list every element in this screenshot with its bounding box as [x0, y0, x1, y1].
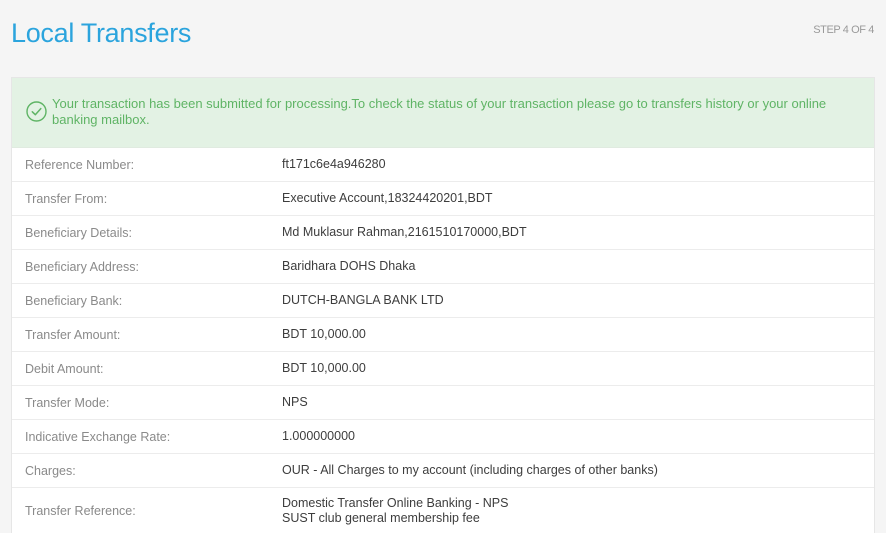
detail-value: BDT 10,000.00: [282, 327, 366, 341]
transfer-reference-line-1: Domestic Transfer Online Banking - NPS: [282, 496, 509, 510]
detail-value: Baridhara DOHS Dhaka: [282, 259, 416, 273]
detail-row-exchange-rate: Indicative Exchange Rate: 1.000000000: [12, 420, 874, 454]
page-title: Local Transfers: [11, 18, 192, 48]
detail-label: Transfer Reference:: [25, 504, 136, 518]
detail-label: Indicative Exchange Rate:: [25, 429, 171, 444]
detail-value: 1.000000000: [282, 429, 355, 443]
detail-value: NPS: [282, 395, 308, 409]
detail-label: Transfer From:: [25, 191, 108, 206]
detail-value: OUR - All Charges to my account (includi…: [282, 463, 658, 477]
detail-row-reference-number: Reference Number: ft171c6e4a946280: [12, 148, 874, 182]
detail-label: Charges:: [25, 463, 76, 478]
detail-value: Md Muklasur Rahman,2161510170000,BDT: [282, 225, 527, 239]
detail-value: ft171c6e4a946280: [282, 157, 386, 171]
transfer-confirmation-panel: Your transaction has been submitted for …: [11, 77, 875, 533]
detail-row-charges: Charges: OUR - All Charges to my account…: [12, 454, 874, 488]
detail-row-transfer-from: Transfer From: Executive Account,1832442…: [12, 182, 874, 216]
detail-label: Beneficiary Details:: [25, 225, 132, 240]
detail-label: Transfer Mode:: [25, 395, 110, 410]
success-message: Your transaction has been submitted for …: [52, 96, 827, 127]
success-alert: Your transaction has been submitted for …: [12, 78, 874, 148]
transfer-reference-line-2: SUST club general membership fee: [282, 511, 480, 525]
detail-row-beneficiary-details: Beneficiary Details: Md Muklasur Rahman,…: [12, 216, 874, 250]
detail-label: Transfer Amount:: [25, 327, 121, 342]
detail-value: Executive Account,18324420201,BDT: [282, 191, 493, 205]
detail-value: BDT 10,000.00: [282, 361, 366, 375]
detail-label: Beneficiary Address:: [25, 259, 139, 274]
detail-row-transfer-reference: Transfer Reference: Domestic Transfer On…: [12, 488, 874, 533]
detail-row-beneficiary-bank: Beneficiary Bank: DUTCH-BANGLA BANK LTD: [12, 284, 874, 318]
check-circle-icon: [26, 101, 47, 122]
detail-row-debit-amount: Debit Amount: BDT 10,000.00: [12, 352, 874, 386]
detail-value: DUTCH-BANGLA BANK LTD: [282, 293, 444, 307]
step-indicator: STEP 4 OF 4: [813, 24, 874, 36]
detail-label: Beneficiary Bank:: [25, 293, 123, 308]
detail-label: Reference Number:: [25, 157, 135, 172]
detail-row-transfer-amount: Transfer Amount: BDT 10,000.00: [12, 318, 874, 352]
detail-row-transfer-mode: Transfer Mode: NPS: [12, 386, 874, 420]
detail-row-beneficiary-address: Beneficiary Address: Baridhara DOHS Dhak…: [12, 250, 874, 284]
detail-label: Debit Amount:: [25, 361, 104, 376]
detail-value: Domestic Transfer Online Banking - NPS S…: [282, 496, 508, 526]
